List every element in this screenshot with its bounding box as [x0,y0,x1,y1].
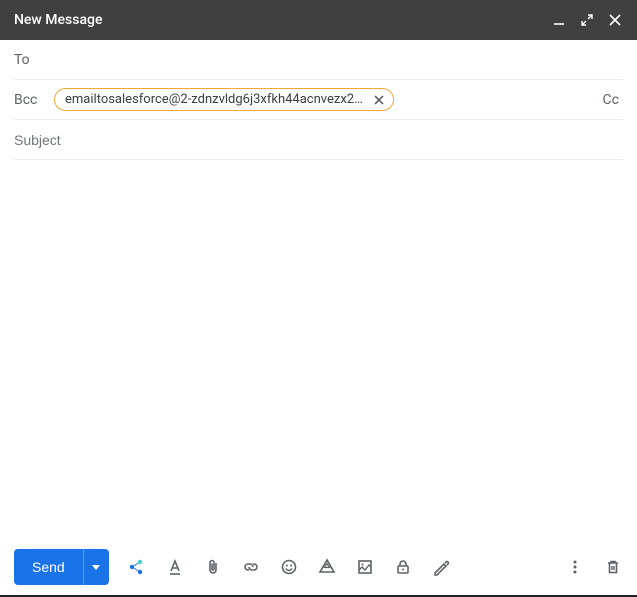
text-format-icon[interactable] [165,557,185,577]
cc-toggle[interactable]: Cc [599,92,623,108]
minimize-icon[interactable] [551,12,567,28]
emoji-icon[interactable] [279,557,299,577]
close-icon[interactable] [607,12,623,28]
link-icon[interactable] [241,557,261,577]
drive-icon[interactable] [317,557,337,577]
window-header: New Message [0,0,637,40]
footer-right [565,557,623,577]
header-controls [551,12,623,28]
email-chip[interactable]: emailtosalesforce@2-zdnzvldg6j3xfkh44acn… [54,88,394,111]
insert-image-icon[interactable] [355,557,375,577]
subject-field-row[interactable] [14,120,623,160]
send-button-group: Send [14,549,109,585]
compose-fields: To Bcc emailtosalesforce@2-zdnzvldg6j3xf… [0,40,637,160]
addon-icon[interactable] [127,557,147,577]
formatting-toolbar [127,557,451,577]
window-title: New Message [14,12,551,28]
bcc-field-row[interactable]: Bcc emailtosalesforce@2-zdnzvldg6j3xfkh4… [14,80,623,120]
signature-icon[interactable] [431,557,451,577]
to-field-row[interactable]: To [14,40,623,80]
bcc-label: Bcc [14,92,54,108]
more-options-icon[interactable] [565,557,585,577]
bcc-input-area[interactable]: emailtosalesforce@2-zdnzvldg6j3xfkh44acn… [54,88,599,111]
send-options-dropdown[interactable] [83,549,109,585]
subject-input[interactable] [14,132,623,148]
chip-remove-icon[interactable] [371,92,387,108]
expand-icon[interactable] [579,12,595,28]
compose-footer: Send [0,539,637,595]
attach-icon[interactable] [203,557,223,577]
send-button[interactable]: Send [14,549,83,585]
email-chip-text: emailtosalesforce@2-zdnzvldg6j3xfkh44acn… [65,92,365,107]
to-label: To [14,52,54,68]
discard-icon[interactable] [603,557,623,577]
message-body[interactable] [0,160,637,539]
confidential-mode-icon[interactable] [393,557,413,577]
